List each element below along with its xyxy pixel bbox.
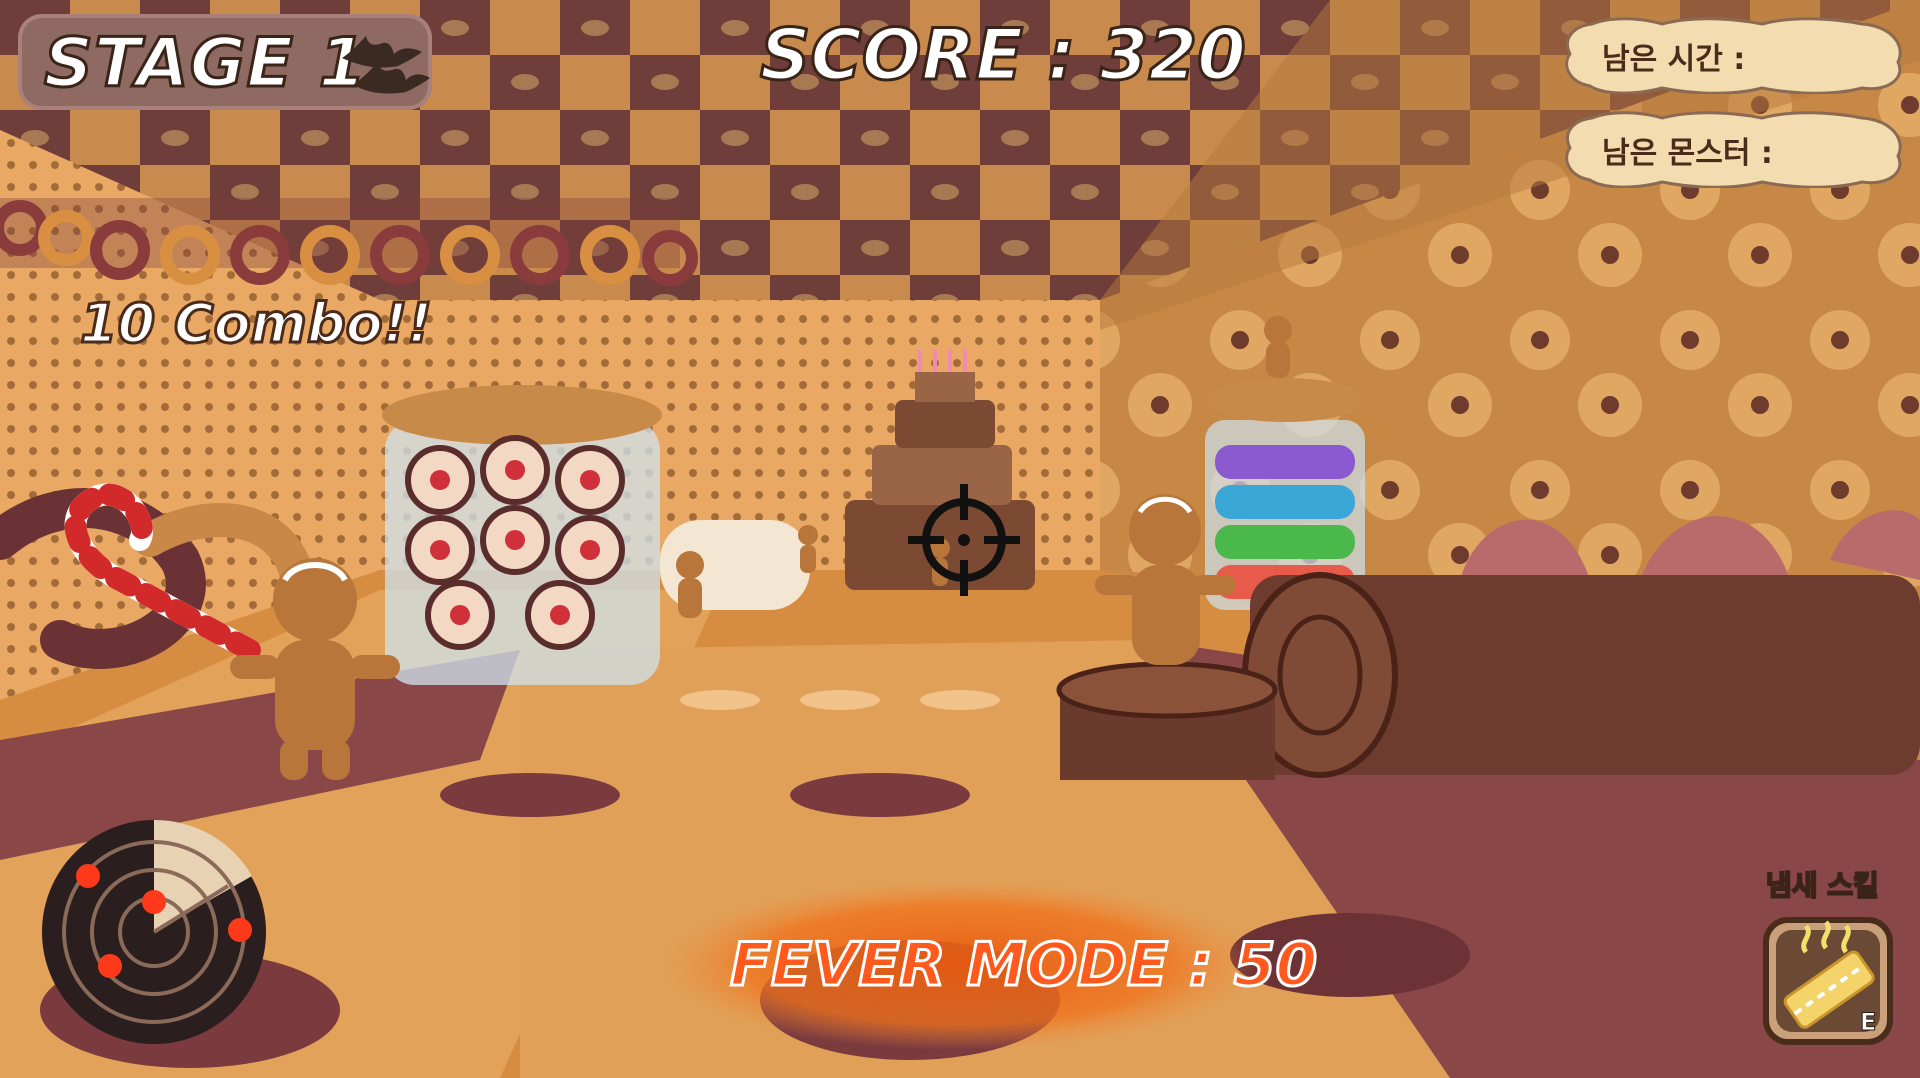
radar-icon xyxy=(42,819,266,1044)
bat-icon xyxy=(342,36,430,94)
remaining-monster-panel: 남은 몬스터 : xyxy=(1562,110,1906,188)
radar-blip xyxy=(98,954,122,978)
crosshair-icon xyxy=(908,484,1020,596)
combo-display: 10 Combo!! xyxy=(79,291,434,357)
radar-blip xyxy=(142,890,166,914)
remaining-time-panel: 남은 시간 : xyxy=(1562,16,1906,94)
remaining-time-label: 남은 시간 : xyxy=(1602,42,1746,77)
radar-blip xyxy=(228,918,252,942)
radar-blip xyxy=(76,864,100,888)
fever-mode-label: FEVER MODE : 50 xyxy=(728,929,1318,1002)
skill-label: 냄새 스킬 xyxy=(1765,868,1880,903)
smell-skill-button[interactable]: E xyxy=(1762,916,1894,1046)
remaining-monster-label: 남은 몬스터 : xyxy=(1602,136,1773,171)
score-display: SCORE : 320 xyxy=(759,13,1248,98)
skill-key: E xyxy=(1859,1008,1877,1037)
fever-mode-display: FEVER MODE : 50 xyxy=(660,880,1318,1070)
stage-indicator: STAGE 1 xyxy=(18,14,432,110)
stage-label: STAGE 1 xyxy=(43,23,368,105)
